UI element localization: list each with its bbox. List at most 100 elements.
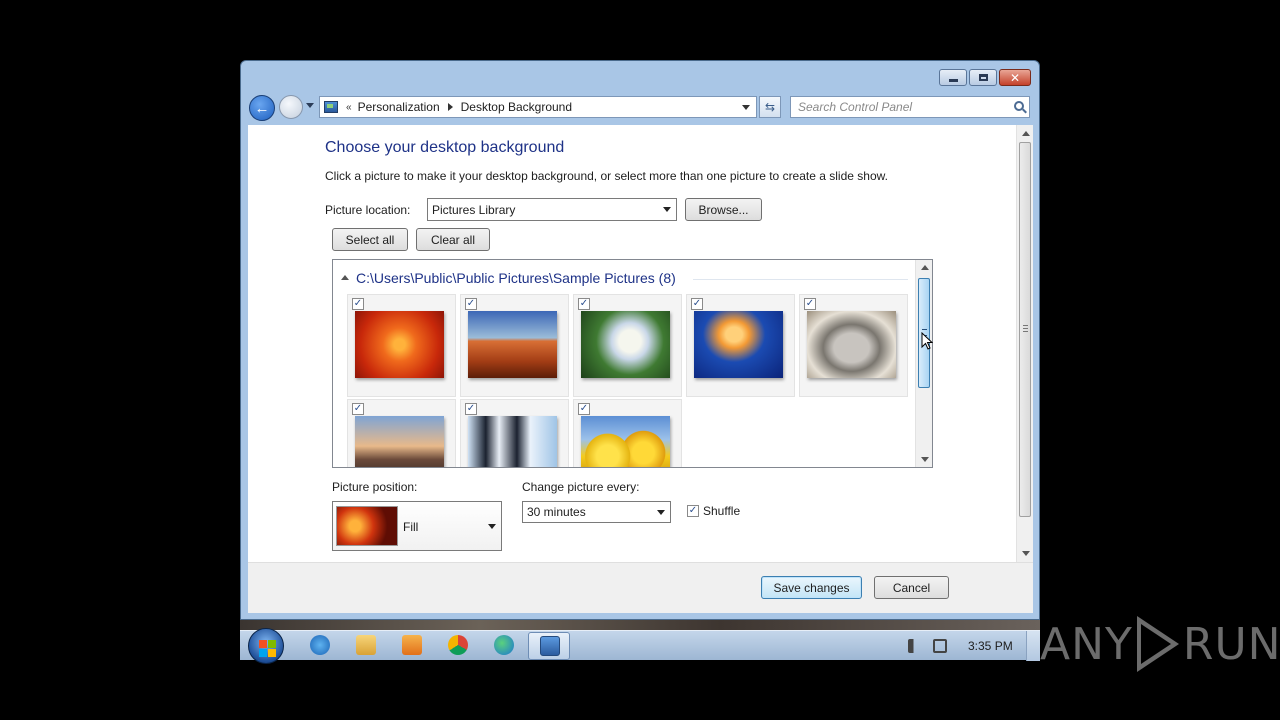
change-interval-select[interactable]: 30 minutes [522, 501, 671, 523]
back-button[interactable]: ← [249, 95, 275, 121]
volume-icon[interactable] [908, 639, 922, 653]
picture-position-label: Picture position: [332, 480, 418, 494]
shuffle-check[interactable]: ✓ [687, 505, 699, 517]
change-picture-every-label: Change picture every: [522, 480, 640, 494]
control-panel-icon [324, 101, 338, 113]
back-arrow-icon: ← [254, 99, 270, 117]
picture-checkbox[interactable]: ✓ [691, 298, 703, 310]
picture-checkbox[interactable]: ✓ [352, 403, 364, 415]
scroll-thumb[interactable] [1019, 142, 1031, 517]
picture-location-select[interactable]: Pictures Library [427, 198, 677, 221]
picture-tile-hydrangeas[interactable]: ✓ [573, 294, 682, 397]
clock[interactable]: 3:35 PM [968, 639, 1013, 653]
picture-checkbox[interactable]: ✓ [578, 403, 590, 415]
scroll-down-icon[interactable] [921, 457, 929, 462]
show-desktop-button[interactable] [1026, 631, 1040, 661]
picture-checkbox[interactable]: ✓ [465, 403, 477, 415]
picture-list-scrollbar[interactable] [915, 260, 932, 467]
search-icon[interactable] [1014, 101, 1024, 111]
media-player-icon[interactable] [402, 635, 422, 655]
recent-pages-dropdown[interactable] [306, 103, 314, 108]
group-divider [693, 279, 908, 280]
picture-location-value: Pictures Library [432, 202, 516, 217]
edge-icon[interactable] [494, 635, 514, 655]
picture-position-select[interactable]: Fill [332, 501, 502, 551]
chevron-down-icon [488, 524, 496, 529]
search-input[interactable]: Search Control Panel [790, 96, 1030, 118]
desert-thumbnail [468, 311, 557, 378]
picture-location-label: Picture location: [325, 203, 411, 217]
taskbar: 3:35 PM [240, 628, 1040, 664]
picture-tile-desert[interactable]: ✓ [460, 294, 569, 397]
page-scrollbar[interactable] [1016, 125, 1033, 562]
windows-logo-icon [259, 640, 267, 648]
chrome-icon[interactable] [448, 635, 468, 655]
refresh-icon: ⇆ [764, 100, 776, 114]
picture-position-value: Fill [403, 520, 419, 534]
browse-button[interactable]: Browse... [685, 198, 762, 221]
close-button[interactable]: ✕ [999, 69, 1031, 86]
breadcrumb-desktop-background[interactable]: Desktop Background [461, 100, 572, 114]
maximize-icon [978, 74, 988, 81]
picture-checkbox[interactable]: ✓ [352, 298, 364, 310]
chevron-down-icon [663, 207, 671, 212]
cancel-button[interactable]: Cancel [874, 576, 949, 599]
refresh-button[interactable]: ⇆ [759, 96, 781, 118]
breadcrumb-arrow-icon[interactable] [447, 103, 453, 111]
scroll-up-icon[interactable] [921, 265, 929, 270]
file-explorer-icon[interactable] [356, 635, 376, 655]
forward-button[interactable] [279, 95, 303, 119]
desktop-background-window: ✕ ← « Personalization Desktop Background… [240, 60, 1040, 620]
search-placeholder: Search Control Panel [798, 100, 913, 114]
minimize-button[interactable] [939, 69, 967, 86]
network-icon[interactable] [933, 639, 947, 653]
page-description: Click a picture to make it your desktop … [325, 169, 888, 183]
play-logo-icon [1136, 616, 1179, 672]
address-bar[interactable]: « Personalization Desktop Background [319, 96, 757, 118]
tulips-thumbnail [581, 416, 670, 467]
picture-tile-lighthouse[interactable]: ✓ [347, 399, 456, 467]
taskbar-active-window[interactable] [528, 632, 570, 660]
breadcrumb-overflow[interactable]: « [346, 102, 352, 113]
scroll-down-icon[interactable] [1022, 551, 1030, 556]
penguins-thumbnail [468, 416, 557, 467]
chrysanthemum-thumbnail [355, 311, 444, 378]
change-interval-value: 30 minutes [527, 505, 586, 519]
save-changes-button[interactable]: Save changes [761, 576, 862, 599]
scroll-grip-icon [1023, 325, 1028, 332]
scroll-up-icon[interactable] [1022, 131, 1030, 136]
picture-list: C:\Users\Public\Public Pictures\Sample P… [332, 259, 933, 468]
picture-group-path: C:\Users\Public\Public Pictures\Sample P… [356, 270, 676, 286]
minimize-icon [948, 78, 958, 82]
shuffle-checkbox[interactable]: ✓ Shuffle [687, 504, 740, 518]
picture-tile-tulips[interactable]: ✓ [573, 399, 682, 467]
lighthouse-thumbnail [355, 416, 444, 467]
close-icon: ✕ [1009, 70, 1021, 85]
picture-checkbox[interactable]: ✓ [578, 298, 590, 310]
collapse-icon[interactable] [341, 274, 349, 280]
picture-tile-penguins[interactable]: ✓ [460, 399, 569, 467]
hydrangeas-thumbnail [581, 311, 670, 378]
address-dropdown-icon[interactable] [742, 105, 750, 110]
picture-group-header[interactable]: C:\Users\Public\Public Pictures\Sample P… [341, 270, 676, 286]
clear-all-button[interactable]: Clear all [416, 228, 490, 251]
desktop-wallpaper-strip [240, 620, 1040, 630]
mouse-cursor-icon [921, 332, 933, 350]
breadcrumb-personalization[interactable]: Personalization [358, 100, 440, 114]
page-title: Choose your desktop background [325, 139, 565, 156]
start-button[interactable] [248, 628, 284, 664]
anyrun-watermark: ANY RUN [1040, 612, 1280, 676]
window-controls: ✕ [939, 69, 1031, 86]
watermark-right-text: RUN [1182, 618, 1280, 670]
picture-tile-chrysanthemum[interactable]: ✓ [347, 294, 456, 397]
picture-tile-koala[interactable]: ✓ [799, 294, 908, 397]
picture-checkbox[interactable]: ✓ [804, 298, 816, 310]
picture-checkbox[interactable]: ✓ [465, 298, 477, 310]
picture-tile-jellyfish[interactable]: ✓ [686, 294, 795, 397]
select-all-button[interactable]: Select all [332, 228, 408, 251]
watermark-left-text: ANY [1040, 618, 1133, 670]
internet-explorer-icon[interactable] [310, 635, 330, 655]
maximize-button[interactable] [969, 69, 997, 86]
chevron-down-icon [657, 510, 665, 515]
shuffle-label: Shuffle [703, 504, 741, 518]
